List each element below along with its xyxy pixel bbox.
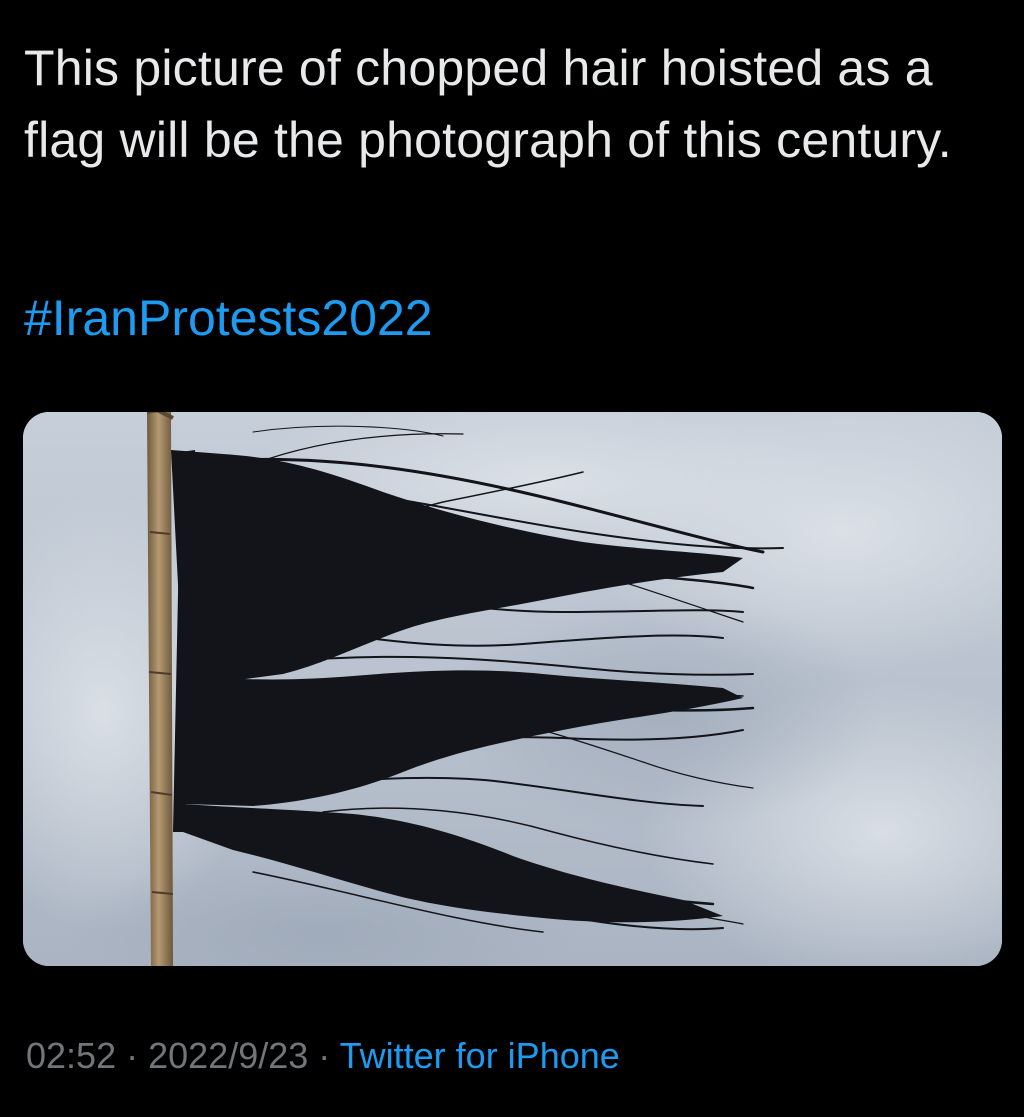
tweet-media-image[interactable] — [23, 412, 1002, 966]
tweet-meta: 02:52 · 2022/9/23 · Twitter for iPhone — [26, 1030, 620, 1082]
meta-separator: · — [126, 1035, 139, 1076]
flag-pole — [147, 412, 173, 966]
tweet-time[interactable]: 02:52 — [26, 1035, 116, 1076]
hashtag-link[interactable]: #IranProtests2022 — [24, 282, 433, 354]
meta-separator: · — [318, 1035, 331, 1076]
tweet-source-link[interactable]: Twitter for iPhone — [340, 1035, 620, 1076]
tweet: This picture of chopped hair hoisted as … — [0, 0, 1024, 1117]
tweet-text: This picture of chopped hair hoisted as … — [24, 40, 952, 168]
tweet-date[interactable]: 2022/9/23 — [148, 1035, 308, 1076]
hair-flag-photo — [23, 412, 1002, 966]
